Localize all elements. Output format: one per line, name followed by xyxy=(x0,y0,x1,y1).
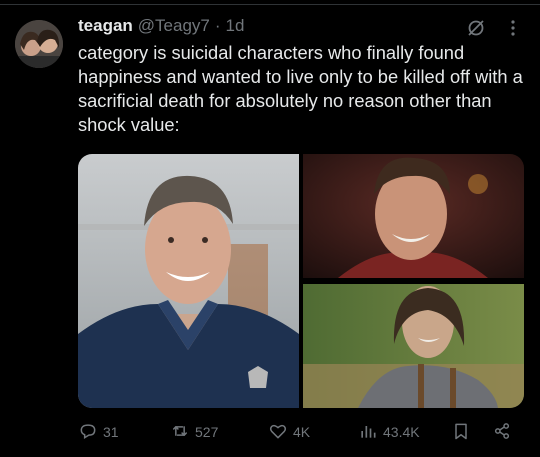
grok-icon[interactable] xyxy=(466,18,486,38)
like-button[interactable]: 4K xyxy=(268,420,310,444)
avatar[interactable] xyxy=(15,20,63,68)
views-button[interactable]: 43.4K xyxy=(358,420,420,444)
share-button[interactable] xyxy=(492,420,512,444)
tweet-header: teagan @Teagy7 · 1d xyxy=(78,15,244,37)
views-count: 43.4K xyxy=(383,424,420,440)
media-image-portrait-bottom[interactable] xyxy=(303,284,524,408)
action-bar: 31 527 4K 43.4K xyxy=(78,420,524,444)
views-chart-icon xyxy=(358,421,378,444)
media-grid xyxy=(78,154,524,408)
bookmark-button[interactable] xyxy=(451,420,471,444)
retweet-count: 527 xyxy=(195,424,219,440)
tweet-text: category is suicidal characters who fina… xyxy=(78,42,523,135)
author-name[interactable]: teagan xyxy=(78,16,133,36)
reply-icon xyxy=(78,421,98,444)
top-divider xyxy=(0,4,540,5)
header-separator: · xyxy=(214,16,221,35)
like-count: 4K xyxy=(293,424,311,440)
author-handle[interactable]: @Teagy7 xyxy=(138,16,210,36)
reply-count: 31 xyxy=(103,424,119,440)
heart-icon xyxy=(268,421,288,444)
media-image-portrait-top[interactable] xyxy=(303,154,524,278)
media-image-firefighter[interactable] xyxy=(78,154,299,408)
retweet-icon xyxy=(170,421,190,444)
reply-button[interactable]: 31 xyxy=(78,420,119,444)
tweet-timestamp[interactable]: 1d xyxy=(226,16,245,36)
more-dots-icon[interactable] xyxy=(503,18,523,38)
retweet-button[interactable]: 527 xyxy=(170,420,218,444)
bookmark-icon xyxy=(451,421,471,444)
share-icon xyxy=(492,421,512,444)
